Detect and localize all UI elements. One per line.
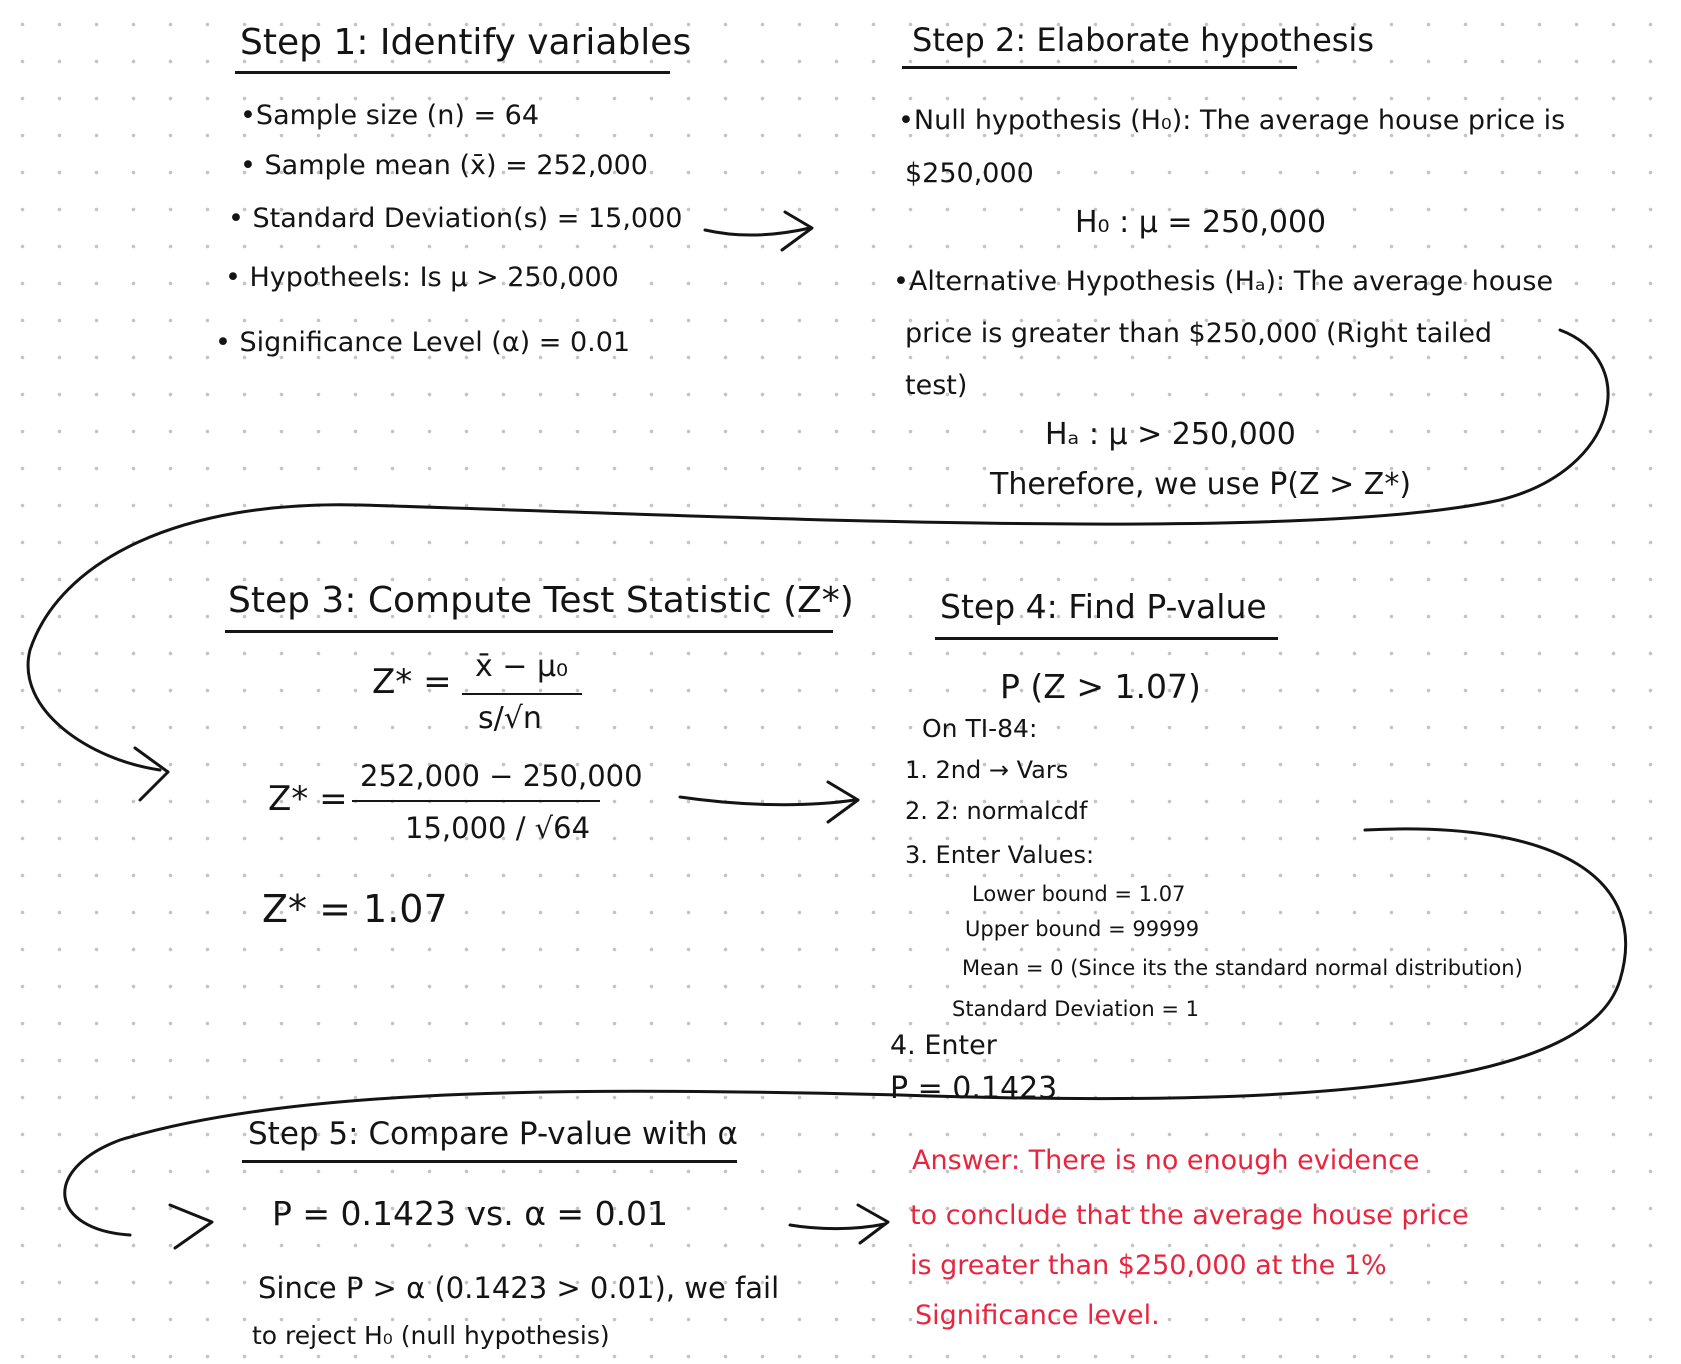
step2-null-formula: H₀ : μ = 250,000	[1075, 205, 1327, 240]
step4-value-upper-bound: Upper bound = 99999	[965, 917, 1200, 941]
step3-sub-numerator: 252,000 − 250,000	[360, 759, 643, 793]
step2-alt-formula: Hₐ : μ > 250,000	[1045, 417, 1296, 452]
step3-sub-fraction-bar	[352, 800, 600, 802]
step3-heading-underline	[225, 630, 833, 633]
step1-bullet-sample-mean: • Sample mean (x̄) = 252,000	[240, 150, 648, 181]
step1-bullet-sample-size: •Sample size (n) = 64	[240, 100, 540, 131]
step5-heading: Step 5: Compare P-value with α	[248, 1116, 738, 1152]
step4-value-lower-bound: Lower bound = 1.07	[972, 882, 1186, 906]
step1-bullet-hypothesis: • Hypotheels: Is μ > 250,000	[225, 262, 619, 293]
step3-formula-numerator: x̄ − μ₀	[475, 649, 569, 684]
answer-line1: Answer: There is no enough evidence	[912, 1145, 1420, 1176]
step4-p-result: P = 0.1423	[890, 1071, 1058, 1106]
step2-null-line1: •Null hypothesis (H₀): The average house…	[898, 105, 1566, 136]
step1-bullet-significance: • Significance Level (α) = 0.01	[215, 327, 631, 358]
step2-heading-underline	[902, 66, 1297, 69]
flow-curve-step4-to-step5-head	[168, 1203, 214, 1250]
step3-heading: Step 3: Compute Test Statistic (Z*)	[228, 580, 854, 621]
step4-probability: P (Z > 1.07)	[1000, 667, 1201, 706]
step4-heading: Step 4: Find P-value	[940, 587, 1267, 626]
step3-formula-lhs: Z* =	[372, 662, 452, 702]
step4-value-mean: Mean = 0 (Since its the standard normal …	[962, 956, 1523, 980]
step3-result: Z* = 1.07	[262, 887, 448, 931]
step5-comparison: P = 0.1423 vs. α = 0.01	[272, 1194, 669, 1233]
step5-heading-underline	[242, 1160, 737, 1163]
step2-alt-line2: price is greater than $250,000 (Right ta…	[905, 318, 1493, 349]
answer-line2: to conclude that the average house price	[910, 1200, 1469, 1231]
step2-alt-line1: •Alternative Hypothesis (Hₐ): The averag…	[893, 266, 1554, 297]
step2-null-line2: $250,000	[905, 158, 1034, 189]
step4-value-std-dev: Standard Deviation = 1	[952, 997, 1199, 1021]
step1-bullet-std-dev: • Standard Deviation(s) = 15,000	[228, 203, 683, 234]
step2-alt-line3: test)	[905, 370, 968, 401]
arrow-step5-to-answer-head	[856, 1203, 890, 1245]
step4-calc-step-3: 3. Enter Values:	[905, 841, 1095, 869]
step4-calc-step-4: 4. Enter	[890, 1030, 997, 1061]
step3-sub-denominator: 15,000 / √64	[405, 811, 591, 845]
arrow-step1-to-step2	[703, 226, 812, 237]
arrow-step5-to-answer	[788, 1222, 887, 1231]
step5-conclusion-line1: Since P > α (0.1423 > 0.01), we fail	[258, 1271, 780, 1305]
step1-heading-underline	[235, 71, 670, 74]
step3-sub-lhs: Z* =	[268, 779, 348, 819]
answer-line4: Significance level.	[915, 1300, 1160, 1331]
flow-curve-step2-to-step3-head	[133, 746, 170, 802]
arrow-step3-to-step4	[678, 795, 857, 807]
step4-calc-step-2: 2. 2: normalcdf	[905, 797, 1088, 825]
step4-calc-step-1: 1. 2nd → Vars	[905, 756, 1069, 784]
step4-calc-title: On TI-84:	[922, 714, 1038, 743]
flow-curve-step2-to-step3	[26, 328, 1610, 772]
step3-formula-fraction-bar	[462, 693, 582, 695]
step3-formula-denominator: s/√n	[478, 701, 542, 736]
step5-conclusion-line2: to reject H₀ (null hypothesis)	[252, 1321, 610, 1350]
step4-heading-underline	[935, 637, 1278, 640]
step1-heading: Step 1: Identify variables	[240, 22, 692, 63]
answer-line3: is greater than $250,000 at the 1%	[910, 1250, 1387, 1281]
step2-heading: Step 2: Elaborate hypothesis	[912, 21, 1374, 59]
step2-therefore: Therefore, we use P(Z > Z*)	[990, 467, 1412, 502]
